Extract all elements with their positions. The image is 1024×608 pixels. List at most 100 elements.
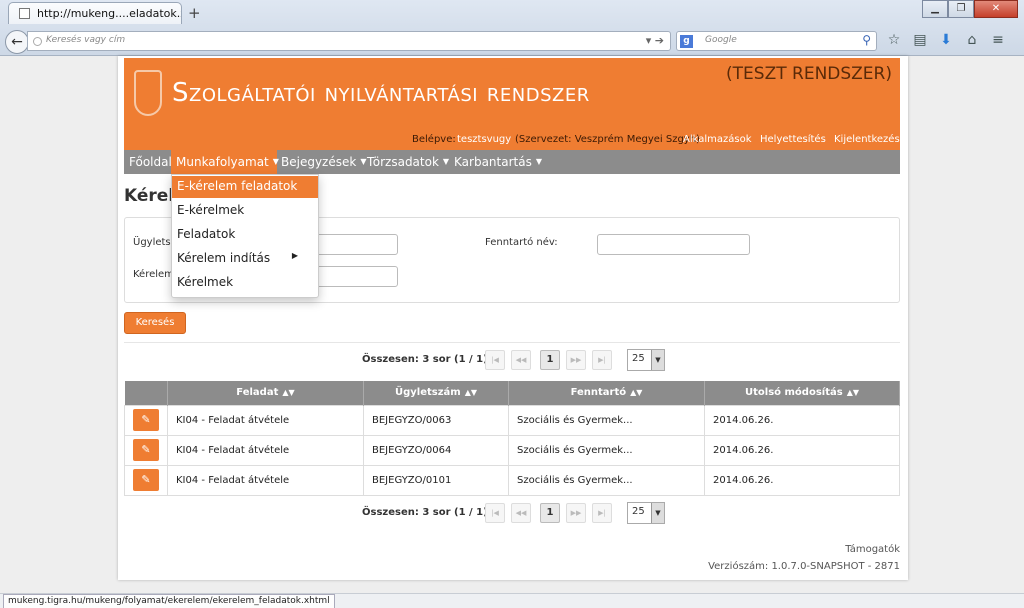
dropdown-item-feladatok[interactable]: Feladatok [172,224,318,246]
menu-item-home[interactable]: Főoldal [129,155,172,169]
download-icon[interactable]: ⬇ [936,32,956,48]
search-bar[interactable]: g Google ⚲ [676,31,877,51]
magnifier-icon[interactable]: ⚲ [862,33,871,47]
column-label: Feladat [236,387,279,399]
support-link[interactable]: Támogatók [845,544,900,555]
page-size-value: 25 [632,506,645,517]
column-label: Fenntartó [570,387,627,399]
search-button[interactable]: Keresés [124,312,186,334]
page-size-select[interactable]: 25 ▼ [627,349,665,371]
link-applications[interactable]: Alkalmazások [683,134,752,145]
link-logout[interactable]: Kijelentkezés [834,134,900,145]
cell-fenntarto: Szociális és Gyermek... [508,404,705,436]
column-label: Ügyletszám [394,387,461,399]
google-icon[interactable]: g [680,35,693,48]
dropdown-arrow-icon: ▼ [651,503,664,523]
first-page-icon[interactable]: |◀ [485,503,505,523]
edit-pencil-icon[interactable]: ✎ [133,439,159,461]
column-label: Utolsó módosítás [745,387,843,399]
new-tab-icon[interactable]: + [188,4,201,22]
table-row: ✎ KI04 - Feladat átvétele BEJEGYZO/0101 … [124,464,900,496]
cell-ugyletszam: BEJEGYZO/0063 [363,404,509,436]
cell-feladat: KI04 - Feladat átvétele [167,434,364,466]
menu-hamburger-icon[interactable]: ≡ [988,32,1008,48]
test-system-label: (TESZT RENDSZER) [726,64,892,84]
prev-page-icon[interactable]: ◀◀ [511,503,531,523]
browser-tab[interactable]: http://mukeng....eladatok.xhtml [8,2,182,24]
total-rows: Összesen: 3 sor (1 / 1) [362,354,488,365]
go-arrow-icon[interactable]: ▾ ➔ [646,34,664,47]
first-page-icon[interactable]: |◀ [485,350,505,370]
menu-label: Karbantartás [454,155,532,169]
site-header: Szolgáltatói nyilvántartási rendszer (TE… [124,58,900,130]
logged-in-label: Belépve: [412,134,456,145]
cell-modositas: 2014.06.26. [704,404,900,436]
action-cell: ✎ [124,464,168,496]
search-engine-placeholder: Google [705,35,737,45]
pager-bottom: Összesen: 3 sor (1 / 1) |◀ ◀◀ 1 ▶▶ ▶| 25… [362,502,682,524]
menu-item-master-data[interactable]: Törzsadatok ▼ [367,155,449,169]
globe-icon [33,37,42,46]
prev-page-icon[interactable]: ◀◀ [511,350,531,370]
menu-item-maintenance[interactable]: Karbantartás ▼ [454,155,542,169]
cell-fenntarto: Szociális és Gyermek... [508,434,705,466]
bookmarks-list-icon[interactable]: ▤ [910,32,930,48]
bookmark-star-icon[interactable]: ☆ [884,32,904,48]
dropdown-label: Kérelem indítás [177,251,271,265]
dropdown-item-kerelmek[interactable]: Kérelmek [172,272,318,294]
minimize-icon[interactable]: ▁ [922,0,948,18]
version-label: Verziószám: 1.0.7.0-SNAPSHOT - 2871 [708,561,900,572]
link-substitution[interactable]: Helyettesítés [760,134,826,145]
user-bar: Belépve: tesztsvugy (Szervezet: Veszprém… [124,130,900,150]
main-menu: Főoldal Munkafolyamat ▼ Bejegyzések ▼ Törz… [124,150,900,174]
coat-of-arms-icon [134,70,162,116]
total-rows: Összesen: 3 sor (1 / 1) [362,507,488,518]
kerelem-label: Kérelem [133,269,174,280]
navigation-bar: ← Keresés vagy cím ▾ ➔ g Google ⚲ ☆ ▤ ⬇ … [0,27,1024,55]
column-header-modositas[interactable]: Utolsó módosítás ▲▼ [704,381,900,405]
edit-pencil-icon[interactable]: ✎ [133,469,159,491]
column-header-feladat[interactable]: Feladat ▲▼ [167,381,364,405]
back-arrow-icon[interactable]: ← [5,30,29,54]
menu-item-entries[interactable]: Bejegyzések ▼ [281,155,366,169]
edit-pencil-icon[interactable]: ✎ [133,409,159,431]
kerelem-input[interactable] [315,266,398,287]
restore-icon[interactable]: ❐ [948,0,974,18]
fenntarto-label: Fenntartó név: [485,237,558,248]
caret-down-icon: ▼ [442,157,450,166]
workflow-dropdown: E-kérelem feladatok E-kérelmek Feladatok… [171,174,319,298]
dropdown-item-e-kerelmek[interactable]: E-kérelmek [172,200,318,222]
organization: (Szervezet: Veszprém Megyei Szgyh) [515,134,700,145]
sort-icon: ▲▼ [464,388,478,398]
sort-icon: ▲▼ [282,388,295,398]
table-header: Feladat ▲▼ Ügyletszám ▲▼ Fenntartó ▲▼ Utols… [124,381,900,405]
current-page-button[interactable]: 1 [540,503,560,523]
action-cell: ✎ [124,404,168,436]
sort-icon: ▲▼ [846,388,859,398]
home-icon[interactable]: ⌂ [962,32,982,48]
page-favicon-icon [19,8,30,19]
page-size-select[interactable]: 25 ▼ [627,502,665,524]
current-page-button[interactable]: 1 [540,350,560,370]
last-page-icon[interactable]: ▶| [592,350,612,370]
sort-icon: ▲▼ [630,388,643,398]
dropdown-arrow-icon: ▼ [651,350,664,370]
action-column-header [124,381,168,405]
menu-item-workflow[interactable]: Munkafolyamat ▼ [176,155,279,169]
tab-title: http://mukeng....eladatok.xhtml [37,7,181,20]
menu-label: Törzsadatok [367,155,439,169]
column-header-ugyletszam[interactable]: Ügyletszám ▲▼ [363,381,509,405]
menu-label: Főoldal [129,155,172,169]
close-window-icon[interactable]: ✕ [974,0,1018,18]
ugyletszam-input[interactable] [315,234,398,255]
cell-feladat: KI04 - Feladat átvétele [167,404,364,436]
fenntarto-input[interactable] [597,234,750,255]
last-page-icon[interactable]: ▶| [592,503,612,523]
dropdown-item-e-kerelem-feladatok[interactable]: E-kérelem feladatok [172,176,318,198]
next-page-icon[interactable]: ▶▶ [566,503,586,523]
url-bar[interactable]: Keresés vagy cím ▾ ➔ [27,31,671,51]
dropdown-item-kerelem-inditas[interactable]: Kérelem indítás ▶ [172,248,318,270]
next-page-icon[interactable]: ▶▶ [566,350,586,370]
cell-fenntarto: Szociális és Gyermek... [508,464,705,496]
column-header-fenntarto[interactable]: Fenntartó ▲▼ [508,381,705,405]
